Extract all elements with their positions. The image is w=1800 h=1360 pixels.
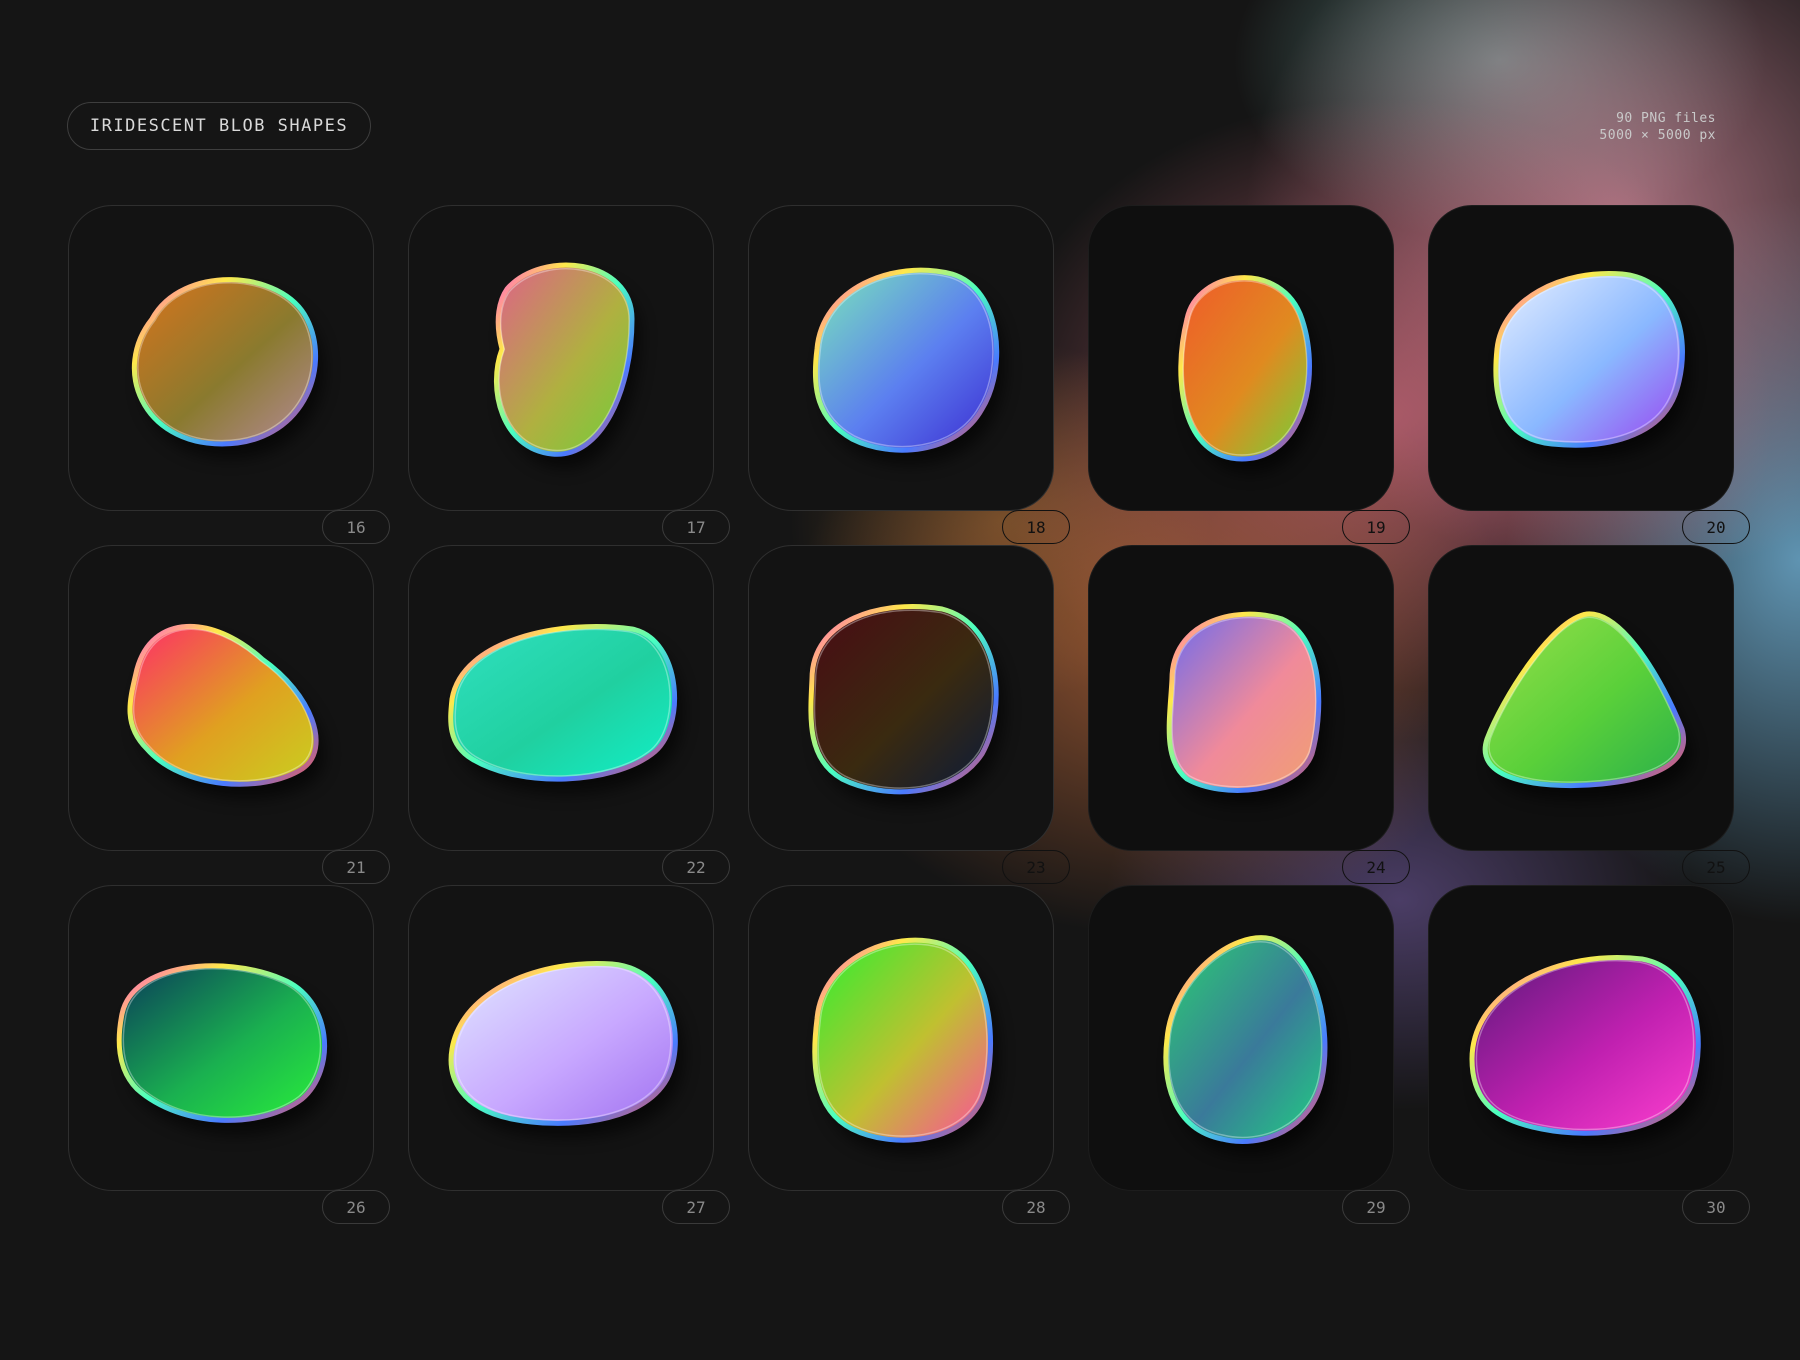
iridescent-blob-image — [1166, 611, 1327, 805]
blob-card-16[interactable] — [68, 205, 374, 511]
blob-card-24[interactable] — [1088, 545, 1394, 851]
blob-number-badge: 22 — [662, 850, 730, 884]
blob-number-badge: 19 — [1342, 510, 1410, 544]
iridescent-blob-image — [1469, 955, 1707, 1148]
blob-number-badge: 20 — [1682, 510, 1750, 544]
iridescent-blob-image — [808, 604, 1005, 806]
iridescent-blob-image — [1163, 935, 1333, 1156]
blob-number-badge: 30 — [1682, 1190, 1750, 1224]
blob-card-25[interactable] — [1428, 545, 1734, 851]
iridescent-blob-image — [812, 267, 1005, 465]
blob-card-27[interactable] — [408, 885, 714, 1191]
iridescent-blob-image — [448, 960, 684, 1138]
iridescent-blob-image — [1493, 270, 1691, 460]
iridescent-blob-image — [127, 624, 325, 799]
blob-number-badge: 18 — [1002, 510, 1070, 544]
iridescent-blob-image — [132, 277, 324, 458]
blob-card-22[interactable] — [408, 545, 714, 851]
blob-number-badge: 23 — [1002, 850, 1070, 884]
blob-card-19[interactable] — [1088, 205, 1394, 511]
blob-number-badge: 27 — [662, 1190, 730, 1224]
blob-number-badge: 24 — [1342, 850, 1410, 884]
blob-card-21[interactable] — [68, 545, 374, 851]
iridescent-blob-image — [812, 937, 999, 1155]
blob-card-30[interactable] — [1428, 885, 1734, 1191]
iridescent-blob-image — [116, 963, 333, 1135]
iridescent-blob-image — [1178, 275, 1318, 473]
blob-card-17[interactable] — [408, 205, 714, 511]
iridescent-blob-image — [448, 624, 683, 794]
blob-card-20[interactable] — [1428, 205, 1734, 511]
iridescent-blob-image — [1482, 611, 1692, 800]
blob-number-badge: 17 — [662, 510, 730, 544]
blob-number-badge: 25 — [1682, 850, 1750, 884]
blob-number-badge: 26 — [322, 1190, 390, 1224]
blob-card-23[interactable] — [748, 545, 1054, 851]
blob-number-badge: 28 — [1002, 1190, 1070, 1224]
iridescent-blob-image — [493, 262, 640, 469]
blob-card-29[interactable] — [1088, 885, 1394, 1191]
blob-card-18[interactable] — [748, 205, 1054, 511]
blob-number-badge: 29 — [1342, 1190, 1410, 1224]
blob-card-28[interactable] — [748, 885, 1054, 1191]
blob-number-badge: 16 — [322, 510, 390, 544]
blob-number-badge: 21 — [322, 850, 390, 884]
blob-grid: 16 17 18 19 20 21 22 23 24 25 26 27 28 2… — [0, 0, 1800, 1360]
blob-card-26[interactable] — [68, 885, 374, 1191]
